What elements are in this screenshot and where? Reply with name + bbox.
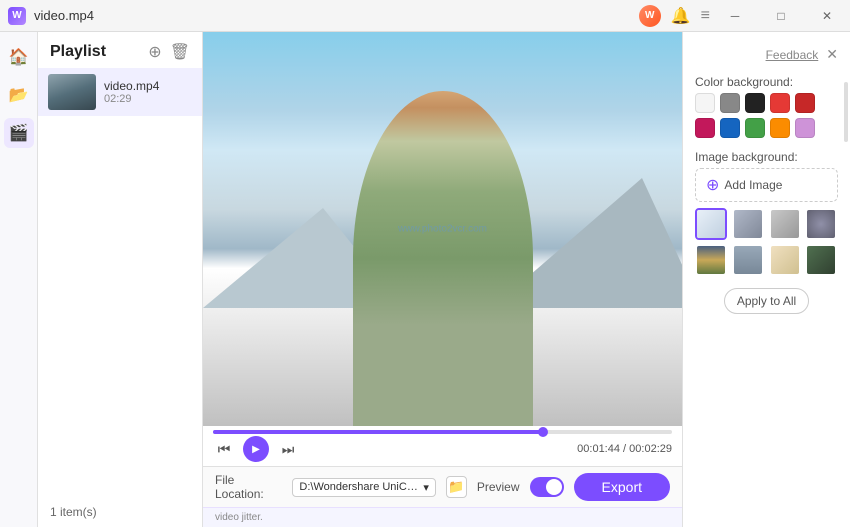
previous-frame-button[interactable]: ⏮: [213, 438, 235, 460]
image-background-label: Image background:: [695, 150, 838, 164]
more-menu-icon[interactable]: ≡: [701, 7, 710, 25]
playlist-header-icons: ⊕ 🗑: [148, 42, 190, 62]
sidebar: 🏠 📂 🎬: [0, 32, 38, 527]
bottom-bar-right: Export: [574, 473, 670, 501]
playlist-thumbnail: [48, 74, 96, 110]
color-swatch-red[interactable]: [770, 93, 790, 113]
delete-playlist-icon[interactable]: 🗑: [170, 42, 190, 62]
image-thumb-1[interactable]: [695, 208, 727, 240]
file-location-select[interactable]: D:\Wondershare UniConverter 1 ▾: [292, 478, 436, 497]
scrollbar-hint: [844, 82, 848, 142]
playlist-header: Playlist ⊕ 🗑: [38, 32, 202, 68]
video-playback-buttons: ⏮ ▶ ⏭: [213, 436, 299, 462]
color-background-section: Color background:: [695, 75, 838, 138]
playlist-item-info: video.mp4 02:29: [104, 79, 159, 105]
video-preview[interactable]: www.photo2vcr.com: [203, 32, 682, 426]
browse-folder-button[interactable]: 📁: [446, 476, 467, 498]
file-location-label: File Location:: [215, 473, 282, 501]
color-swatches: [695, 93, 838, 138]
playlist-thumb-image: [48, 74, 96, 110]
export-button[interactable]: Export: [574, 473, 670, 501]
color-swatch-black[interactable]: [745, 93, 765, 113]
color-swatch-pink[interactable]: [695, 118, 715, 138]
image-background-section: Image background: ⊕ Add Image: [695, 150, 838, 276]
chevron-down-icon: ▾: [423, 481, 429, 494]
minimize-button[interactable]: ─: [712, 0, 758, 32]
apply-to-all-button[interactable]: Apply to All: [724, 288, 809, 314]
notification-icon[interactable]: 🔔: [671, 6, 691, 26]
sidebar-item-files[interactable]: 📂: [4, 80, 34, 110]
user-avatar[interactable]: W: [639, 5, 661, 27]
image-thumb-4[interactable]: [805, 208, 837, 240]
video-time-display: 00:01:44 / 00:02:29: [577, 443, 672, 455]
image-thumb-2[interactable]: [732, 208, 764, 240]
playlist-item-name: video.mp4: [104, 79, 159, 93]
window-title: video.mp4: [34, 8, 94, 23]
color-swatch-orange[interactable]: [770, 118, 790, 138]
maximize-button[interactable]: □: [758, 0, 804, 32]
image-thumbnails-grid: [695, 208, 838, 276]
preview-toggle[interactable]: [530, 477, 564, 497]
add-image-button[interactable]: ⊕ Add Image: [695, 168, 838, 202]
color-swatch-white[interactable]: [695, 93, 715, 113]
title-bar-right-icons: W 🔔 ≡: [639, 5, 710, 27]
next-frame-button[interactable]: ⏭: [277, 438, 299, 460]
add-to-playlist-icon[interactable]: ⊕: [148, 42, 161, 62]
color-swatch-gray[interactable]: [720, 93, 740, 113]
preview-label: Preview: [477, 480, 520, 494]
app-icon: W: [8, 7, 26, 25]
playlist-title: Playlist: [50, 43, 106, 61]
color-swatch-purple[interactable]: [795, 118, 815, 138]
video-person-shape: [353, 91, 533, 426]
image-thumb-5[interactable]: [695, 244, 727, 276]
color-swatch-green[interactable]: [745, 118, 765, 138]
video-progress-bar[interactable]: [213, 430, 672, 434]
playlist-panel: Playlist ⊕ 🗑 video.mp4 02:29 1 item(s) W…: [38, 32, 203, 527]
image-thumb-8[interactable]: [805, 244, 837, 276]
title-bar-controls: ─ □ ✕: [712, 0, 850, 31]
playlist-item-duration: 02:29: [104, 93, 159, 105]
play-pause-button[interactable]: ▶: [243, 436, 269, 462]
color-swatch-darkred[interactable]: [795, 93, 815, 113]
sidebar-item-video[interactable]: 🎬: [4, 118, 34, 148]
image-thumb-7[interactable]: [769, 244, 801, 276]
close-panel-button[interactable]: ✕: [826, 46, 838, 63]
main-container: 🏠 📂 🎬 Playlist ⊕ 🗑 video.mp4 02:29 1 ite…: [0, 32, 850, 527]
right-panel: Feedback ✕ Color background: Image backg…: [682, 32, 850, 527]
playlist-item[interactable]: video.mp4 02:29: [38, 68, 202, 116]
image-thumb-6[interactable]: [732, 244, 764, 276]
video-person: [353, 91, 533, 426]
add-image-icon: ⊕: [706, 175, 719, 195]
color-swatch-blue[interactable]: [720, 118, 740, 138]
video-progress-fill: [213, 430, 543, 434]
video-area: www.photo2vcr.com ⏮ ▶ ⏭ 00:01:44 / 00:02…: [203, 32, 682, 527]
video-control-row: ⏮ ▶ ⏭ 00:01:44 / 00:02:29: [213, 436, 672, 462]
image-thumb-3[interactable]: [769, 208, 801, 240]
title-bar: W video.mp4 W 🔔 ≡ ─ □ ✕: [0, 0, 850, 32]
video-controls: ⏮ ▶ ⏭ 00:01:44 / 00:02:29: [203, 426, 682, 466]
close-button[interactable]: ✕: [804, 0, 850, 32]
bottom-message: video jitter.: [203, 507, 682, 527]
right-panel-header: Feedback ✕: [695, 46, 838, 63]
video-watermark: www.photo2vcr.com: [398, 224, 487, 235]
playlist-count: 1 item(s): [38, 497, 202, 527]
sidebar-item-home[interactable]: 🏠: [4, 42, 34, 72]
bottom-bar: File Location: D:\Wondershare UniConvert…: [203, 466, 682, 507]
feedback-link[interactable]: Feedback: [766, 48, 819, 62]
toggle-knob: [546, 479, 562, 495]
color-background-label: Color background:: [695, 75, 838, 89]
